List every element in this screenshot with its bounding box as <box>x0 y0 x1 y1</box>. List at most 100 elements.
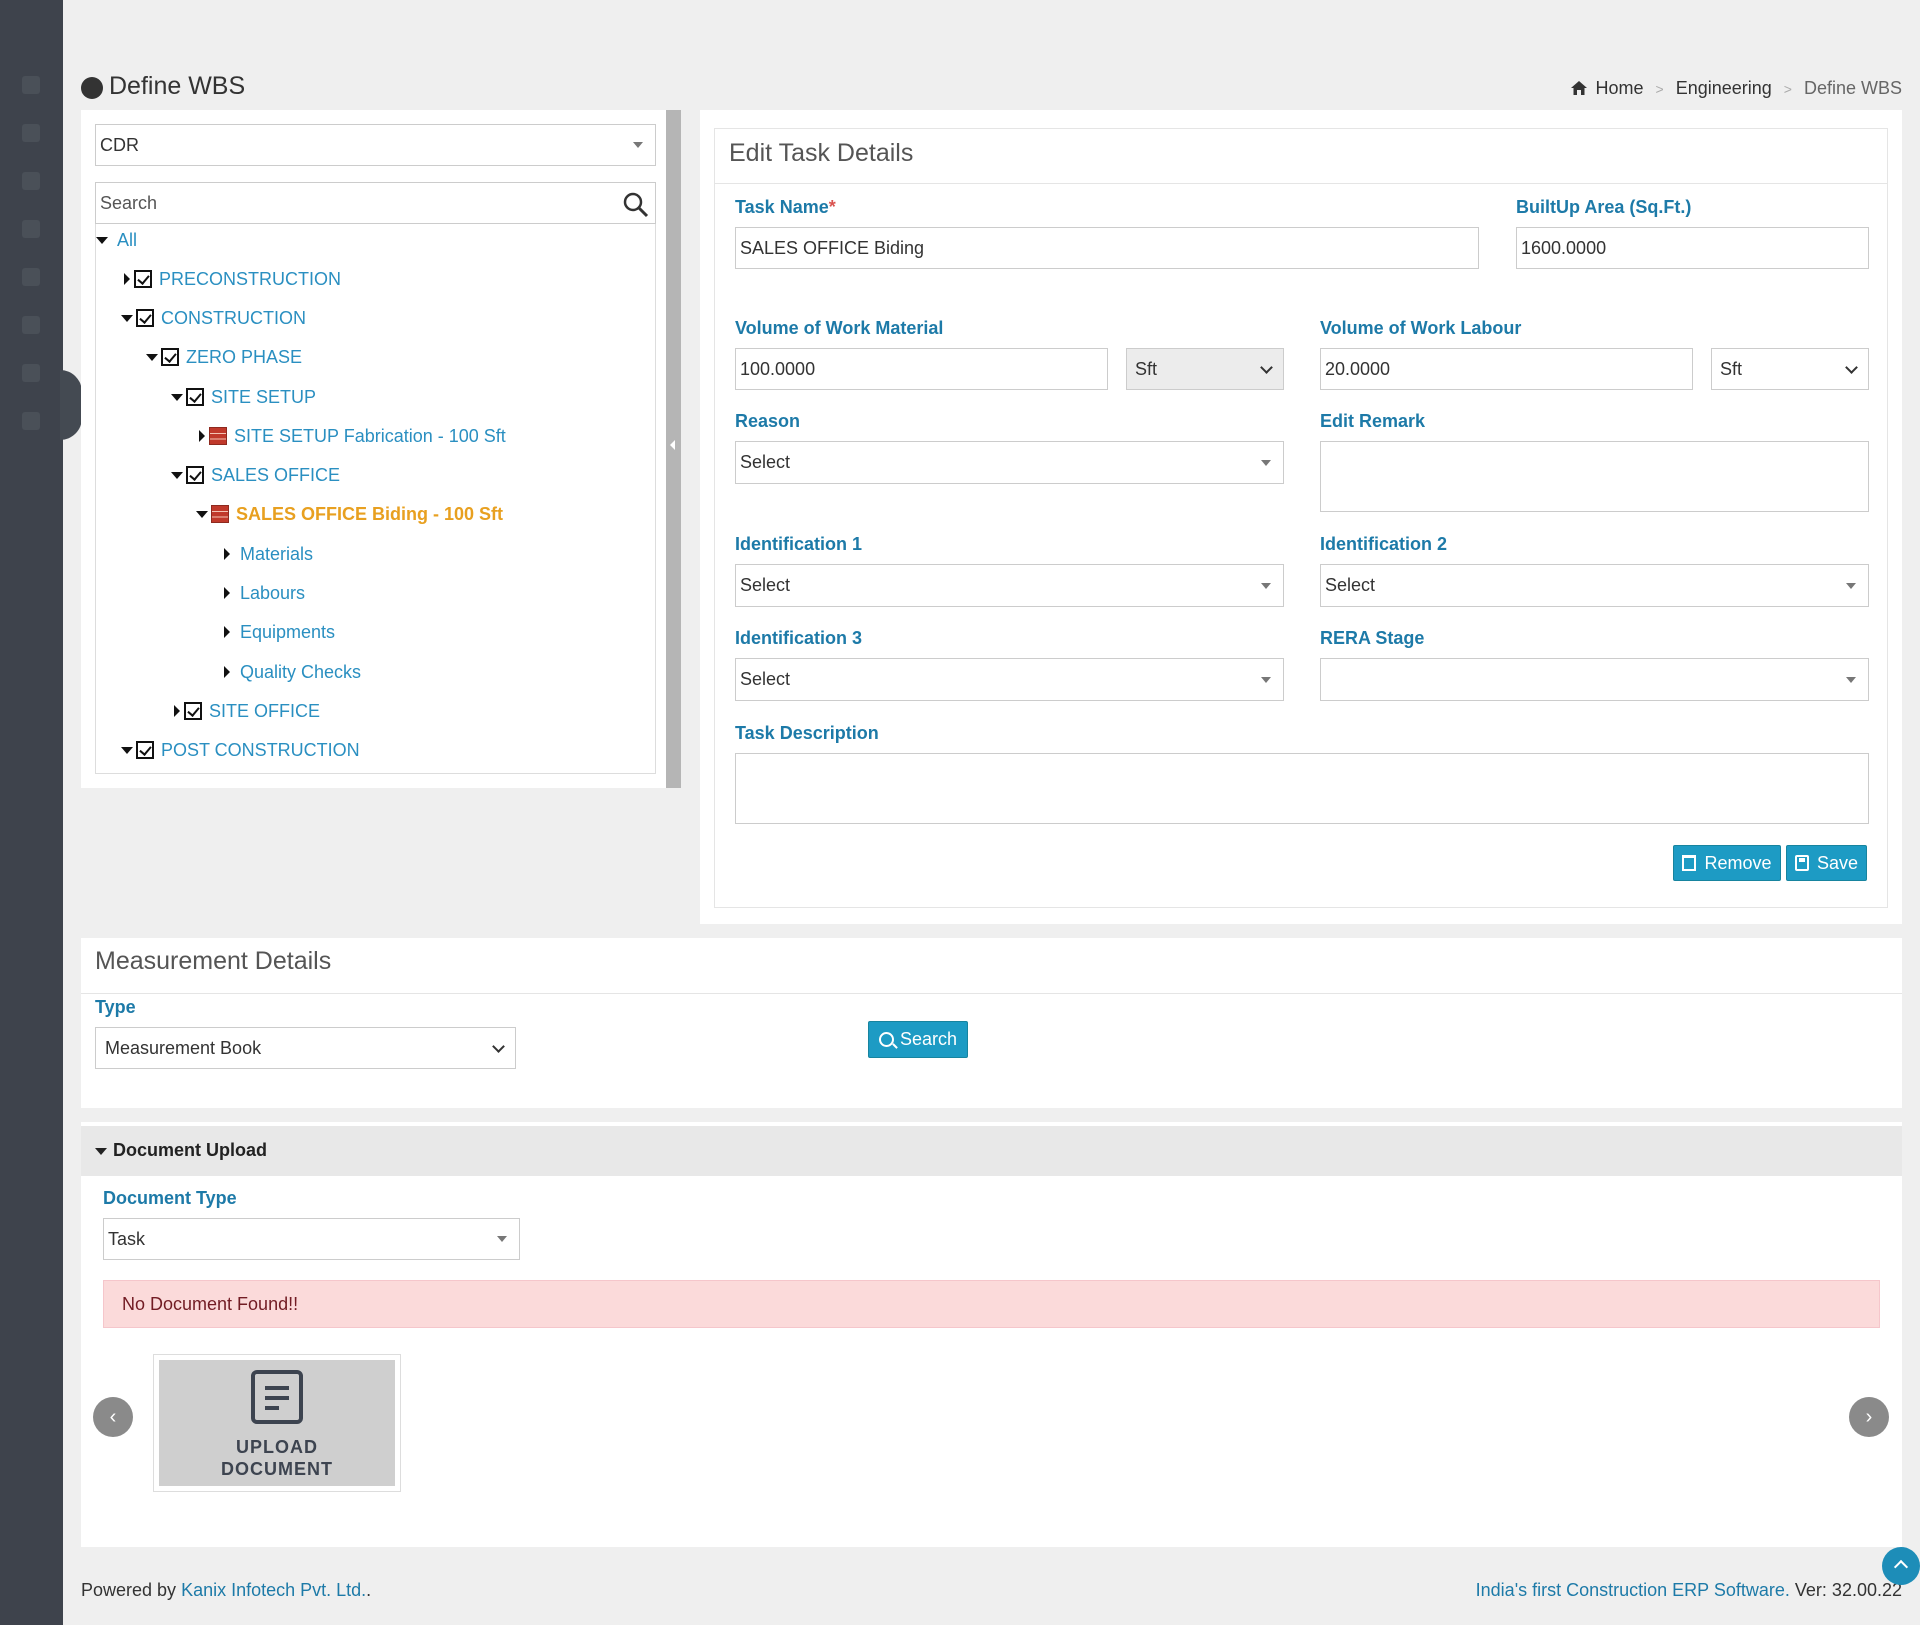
checkbox-checked-icon[interactable] <box>184 702 202 720</box>
expanded-caret-icon[interactable] <box>196 510 208 518</box>
collapsed-caret-icon[interactable] <box>224 666 230 678</box>
document-type-select[interactable]: Task <box>103 1218 520 1260</box>
expanded-caret-icon[interactable] <box>121 746 133 754</box>
checkbox-checked-icon[interactable] <box>161 348 179 366</box>
checkbox-checked-icon[interactable] <box>186 466 204 484</box>
tree-node-labours[interactable]: Labours <box>224 579 305 607</box>
pencil-icon[interactable] <box>22 220 40 238</box>
collapsed-caret-icon[interactable] <box>224 548 230 560</box>
expanded-caret-icon[interactable] <box>171 393 183 401</box>
list-icon[interactable] <box>22 172 40 190</box>
tree-node-quality-checks[interactable]: Quality Checks <box>224 658 361 686</box>
vol-material-unit-select[interactable]: Sft <box>1126 348 1284 390</box>
tree-node-materials[interactable]: Materials <box>224 540 313 568</box>
tree-node-post-construction[interactable]: POST CONSTRUCTION <box>121 736 360 764</box>
task-name-input[interactable]: SALES OFFICE Biding <box>735 227 1479 269</box>
dashboard-icon[interactable] <box>22 76 40 94</box>
tree-node-label[interactable]: SITE SETUP <box>211 387 316 408</box>
tree-node-label[interactable]: Labours <box>240 583 305 604</box>
tree-node-equipments[interactable]: Equipments <box>224 618 335 646</box>
expanded-caret-icon[interactable] <box>171 471 183 479</box>
tree-node-label[interactable]: Quality Checks <box>240 662 361 683</box>
remove-button[interactable]: Remove <box>1673 845 1781 881</box>
task-description-textarea[interactable] <box>735 753 1869 824</box>
carousel-next-button[interactable]: › <box>1849 1397 1889 1437</box>
vol-labour-input[interactable]: 20.0000 <box>1320 348 1693 390</box>
tag-icon[interactable] <box>22 364 40 382</box>
sidebar-toggle-handle[interactable] <box>60 370 82 440</box>
checkbox-checked-icon[interactable] <box>136 309 154 327</box>
collapse-arrow-icon[interactable] <box>670 440 675 450</box>
tree-node-label[interactable]: ZERO PHASE <box>186 347 302 368</box>
collapsed-caret-icon[interactable] <box>124 273 130 285</box>
task-description-label: Task Description <box>735 723 879 743</box>
edit-remark-textarea[interactable] <box>1320 441 1869 512</box>
tree-node-task-site-setup-fabrication[interactable]: SITE SETUP Fabrication - 100 Sft <box>199 422 506 450</box>
collapsed-caret-icon[interactable] <box>199 430 205 442</box>
caret-down-icon <box>1846 676 1856 683</box>
document-upload-header[interactable]: Document Upload <box>81 1126 1902 1176</box>
tree-node-label[interactable]: Equipments <box>240 622 335 643</box>
tree-node-sales-office[interactable]: SALES OFFICE <box>171 461 340 489</box>
save-button-label: Save <box>1816 852 1859 873</box>
project-select[interactable]: CDR <box>95 124 656 166</box>
wbs-tree-panel: CDR Search All PRECONSTRUCTION CONSTRUCT… <box>81 110 681 788</box>
company-link[interactable]: Kanix Infotech Pvt. Ltd. <box>181 1580 366 1600</box>
tree-node-label[interactable]: SITE SETUP Fabrication - 100 Sft <box>234 426 506 447</box>
tree-search-input[interactable]: Search <box>95 182 656 224</box>
collapsed-caret-icon[interactable] <box>224 587 230 599</box>
expanded-caret-icon[interactable] <box>96 236 108 244</box>
checkbox-checked-icon[interactable] <box>186 388 204 406</box>
collapsed-caret-icon[interactable] <box>174 705 180 717</box>
measurement-type-select[interactable]: Measurement Book <box>95 1027 516 1069</box>
expanded-caret-icon[interactable] <box>121 314 133 322</box>
expanded-caret-icon[interactable] <box>95 1148 107 1155</box>
identification-1-select[interactable]: Select <box>735 564 1284 607</box>
vol-material-input[interactable]: 100.0000 <box>735 348 1108 390</box>
user-icon[interactable] <box>22 268 40 286</box>
settings-icon[interactable] <box>22 124 40 142</box>
tree-node-construction[interactable]: CONSTRUCTION <box>121 304 306 332</box>
caret-down-icon <box>1846 582 1856 589</box>
checkbox-checked-icon[interactable] <box>136 741 154 759</box>
save-button[interactable]: Save <box>1786 845 1867 881</box>
tree-node-zero-phase[interactable]: ZERO PHASE <box>146 343 302 371</box>
checkbox-checked-icon[interactable] <box>134 270 152 288</box>
tree-node-all[interactable]: All <box>96 226 137 254</box>
tree-node-label[interactable]: SITE OFFICE <box>209 701 320 722</box>
tree-node-site-setup[interactable]: SITE SETUP <box>171 383 316 411</box>
upload-document-tile[interactable]: UPLOAD DOCUMENT <box>159 1360 395 1486</box>
breadcrumb-engineering[interactable]: Engineering <box>1676 78 1772 98</box>
tree-node-preconstruction[interactable]: PRECONSTRUCTION <box>124 265 341 293</box>
rera-stage-select[interactable] <box>1320 658 1869 701</box>
identification-2-select[interactable]: Select <box>1320 564 1869 607</box>
tree-node-label[interactable]: SALES OFFICE <box>211 465 340 486</box>
tree-node-task-sales-office-biding[interactable]: SALES OFFICE Biding - 100 Sft <box>196 500 503 528</box>
expanded-caret-icon[interactable] <box>146 353 158 361</box>
panel-collapse-bar[interactable] <box>666 110 681 788</box>
reason-select[interactable]: Select <box>735 441 1284 484</box>
tree-node-label-selected[interactable]: SALES OFFICE Biding - 100 Sft <box>236 504 503 525</box>
document-icon[interactable] <box>22 316 40 334</box>
tree-node-label[interactable]: CONSTRUCTION <box>161 308 306 329</box>
report-icon[interactable] <box>22 412 40 430</box>
vol-material-label: Volume of Work Material <box>735 318 944 338</box>
vol-labour-unit-select[interactable]: Sft <box>1711 348 1869 390</box>
carousel-prev-button[interactable]: ‹ <box>93 1397 133 1437</box>
tree-node-label[interactable]: PRECONSTRUCTION <box>159 269 341 290</box>
scroll-to-top-button[interactable] <box>1882 1547 1920 1585</box>
identification-3-select[interactable]: Select <box>735 658 1284 701</box>
breadcrumb-home[interactable]: Home <box>1595 78 1643 98</box>
upload-document-card[interactable]: UPLOAD DOCUMENT <box>153 1354 401 1492</box>
tree-node-label[interactable]: All <box>117 230 137 251</box>
collapsed-caret-icon[interactable] <box>224 626 230 638</box>
tree-node-label[interactable]: Materials <box>240 544 313 565</box>
measurement-search-button[interactable]: Search <box>868 1021 968 1058</box>
remove-button-label: Remove <box>1704 852 1772 873</box>
caret-down-icon <box>633 142 643 148</box>
tree-node-label[interactable]: POST CONSTRUCTION <box>161 740 360 761</box>
search-icon[interactable] <box>623 192 649 218</box>
tagline-link[interactable]: India's first Construction ERP Software. <box>1476 1580 1790 1600</box>
tree-node-site-office[interactable]: SITE OFFICE <box>174 697 320 725</box>
builtup-area-input[interactable]: 1600.0000 <box>1516 227 1869 269</box>
